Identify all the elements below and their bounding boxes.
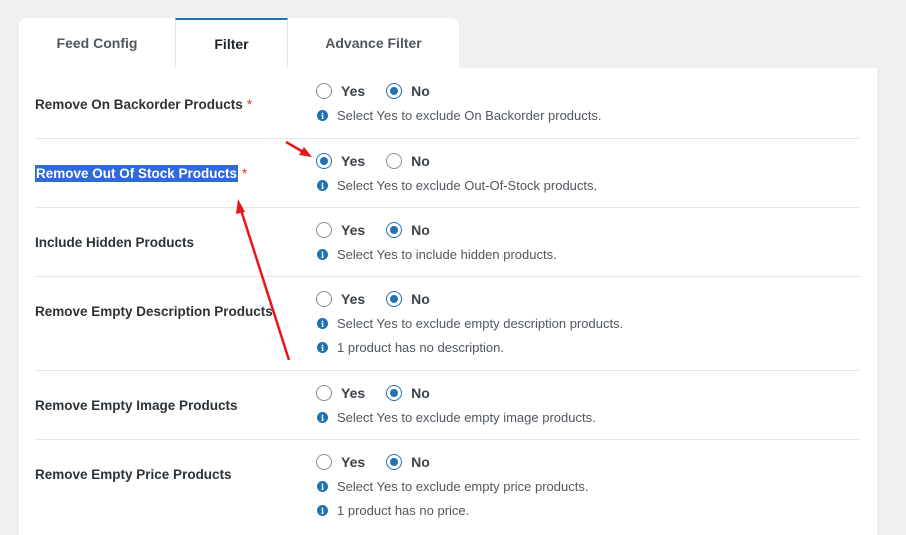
- row-controls: Yes No i Select Yes to exclude empty desc…: [316, 289, 623, 357]
- radio-no-label: No: [411, 291, 430, 307]
- hint: i Select Yes to exclude empty price produ…: [316, 477, 588, 496]
- info-icon: i: [317, 318, 328, 329]
- radio-circle-checked[interactable]: [386, 385, 403, 401]
- row-label: Remove Empty Description Products: [35, 304, 273, 319]
- radio-yes-label: Yes: [341, 385, 366, 401]
- info-icon: i: [317, 505, 328, 516]
- row-controls: Yes No i Select Yes to include hidden pro…: [316, 220, 557, 264]
- hint: i 1 product has no description.: [316, 338, 623, 357]
- radio-group: Yes No: [316, 81, 602, 101]
- row-label: Remove On Backorder Products *: [35, 97, 252, 112]
- radio-group: Yes No: [316, 383, 596, 403]
- tab-filter[interactable]: Filter: [175, 18, 288, 68]
- hint-text: Select Yes to exclude Out-Of-Stock produ…: [337, 178, 598, 193]
- row-label-text: Remove Empty Description Products: [35, 304, 273, 319]
- info-icon: i: [317, 180, 328, 191]
- tab-feed-config[interactable]: Feed Config: [19, 18, 175, 68]
- radio-yes-label: Yes: [341, 83, 366, 99]
- radio-circle-checked[interactable]: [316, 153, 332, 169]
- radio-yes[interactable]: Yes: [316, 291, 365, 307]
- radio-no-label: No: [411, 222, 430, 238]
- info-icon: i: [317, 342, 328, 353]
- hint-text: Select Yes to include hidden products.: [337, 247, 557, 262]
- row-label-text: Remove On Backorder Products: [35, 97, 243, 112]
- row-label: Include Hidden Products: [35, 235, 194, 250]
- hint-text: 1 product has no price.: [337, 503, 470, 518]
- radio-yes-label: Yes: [341, 291, 366, 307]
- hint: i Select Yes to include hidden products.: [316, 245, 557, 264]
- radio-circle[interactable]: [316, 385, 332, 401]
- radio-no[interactable]: No: [386, 454, 430, 470]
- radio-no[interactable]: No: [386, 291, 430, 307]
- radio-yes-label: Yes: [341, 222, 366, 238]
- radio-yes-label: Yes: [341, 153, 366, 169]
- radio-group: Yes No: [316, 220, 557, 240]
- row-label: Remove Out Of Stock Products *: [35, 165, 248, 182]
- radio-no-label: No: [411, 153, 430, 169]
- radio-no[interactable]: No: [386, 222, 430, 238]
- radio-circle[interactable]: [386, 153, 403, 169]
- setting-row-remove-backorder: Remove On Backorder Products * Yes No i Se…: [35, 68, 860, 139]
- hint-text: Select Yes to exclude empty description …: [337, 316, 624, 331]
- hint: i Select Yes to exclude Out-Of-Stock prod…: [316, 176, 597, 195]
- setting-row-remove-empty-image: Remove Empty Image Products Yes No i Sele…: [35, 371, 860, 440]
- row-controls: Yes No i Select Yes to exclude Out-Of-Sto…: [316, 151, 597, 195]
- row-label: Remove Empty Image Products: [35, 398, 238, 413]
- hint: i Select Yes to exclude On Backorder prod…: [316, 106, 602, 125]
- radio-no[interactable]: No: [386, 385, 430, 401]
- radio-circle[interactable]: [316, 291, 332, 307]
- radio-yes[interactable]: Yes: [316, 385, 365, 401]
- setting-row-remove-empty-price: Remove Empty Price Products Yes No i Sele…: [35, 440, 860, 534]
- radio-no-label: No: [411, 83, 430, 99]
- radio-no[interactable]: No: [386, 83, 430, 99]
- radio-circle[interactable]: [316, 454, 332, 470]
- setting-row-remove-out-of-stock: Remove Out Of Stock Products * Yes No i Se…: [35, 139, 860, 208]
- radio-yes[interactable]: Yes: [316, 83, 365, 99]
- required-marker: *: [246, 97, 253, 112]
- setting-row-include-hidden: Include Hidden Products Yes No i Select Y…: [35, 208, 860, 277]
- hint: i Select Yes to exclude empty description…: [316, 314, 623, 333]
- hint-text: Select Yes to exclude empty image produc…: [337, 410, 596, 425]
- radio-group: Yes No: [316, 289, 623, 309]
- radio-no-label: No: [411, 385, 430, 401]
- row-label: Remove Empty Price Products: [35, 467, 232, 482]
- radio-group: Yes No: [316, 151, 597, 171]
- info-icon: i: [317, 412, 328, 423]
- radio-circle-checked[interactable]: [386, 83, 403, 99]
- radio-group: Yes No: [316, 452, 588, 472]
- hint-text: Select Yes to exclude On Backorder produ…: [337, 108, 602, 123]
- info-icon: i: [317, 249, 328, 260]
- row-controls: Yes No i Select Yes to exclude empty imag…: [316, 383, 596, 427]
- radio-circle[interactable]: [316, 222, 332, 238]
- radio-circle-checked[interactable]: [386, 222, 403, 238]
- required-marker: *: [242, 166, 248, 181]
- row-label-text: Remove Empty Image Products: [35, 398, 238, 413]
- radio-no-label: No: [411, 454, 430, 470]
- row-label-text: Remove Empty Price Products: [35, 467, 232, 482]
- hint-text: Select Yes to exclude empty price produc…: [337, 479, 589, 494]
- tab-advance-filter[interactable]: Advance Filter: [288, 18, 459, 68]
- info-icon: i: [317, 481, 328, 492]
- radio-no[interactable]: No: [386, 153, 430, 169]
- hint-text: 1 product has no description.: [337, 340, 504, 355]
- hint: i 1 product has no price.: [316, 501, 588, 520]
- hint: i Select Yes to exclude empty image produ…: [316, 408, 596, 427]
- row-label-text-highlighted: Remove Out Of Stock Products: [35, 165, 239, 182]
- radio-circle[interactable]: [316, 83, 332, 99]
- radio-circle-checked[interactable]: [386, 454, 403, 470]
- radio-yes-label: Yes: [341, 454, 366, 470]
- info-icon: i: [317, 110, 328, 121]
- radio-circle-checked[interactable]: [386, 291, 403, 307]
- radio-yes[interactable]: Yes: [316, 454, 365, 470]
- radio-yes[interactable]: Yes: [316, 153, 365, 169]
- tab-bar: Feed Config Filter Advance Filter: [19, 18, 459, 68]
- row-controls: Yes No i Select Yes to exclude On Backord…: [316, 81, 602, 125]
- row-controls: Yes No i Select Yes to exclude empty pric…: [316, 452, 588, 520]
- row-label-text: Include Hidden Products: [35, 235, 195, 250]
- filter-panel: Remove On Backorder Products * Yes No i Se…: [19, 68, 877, 535]
- radio-yes[interactable]: Yes: [316, 222, 365, 238]
- setting-row-remove-empty-description: Remove Empty Description Products Yes No…: [35, 277, 860, 371]
